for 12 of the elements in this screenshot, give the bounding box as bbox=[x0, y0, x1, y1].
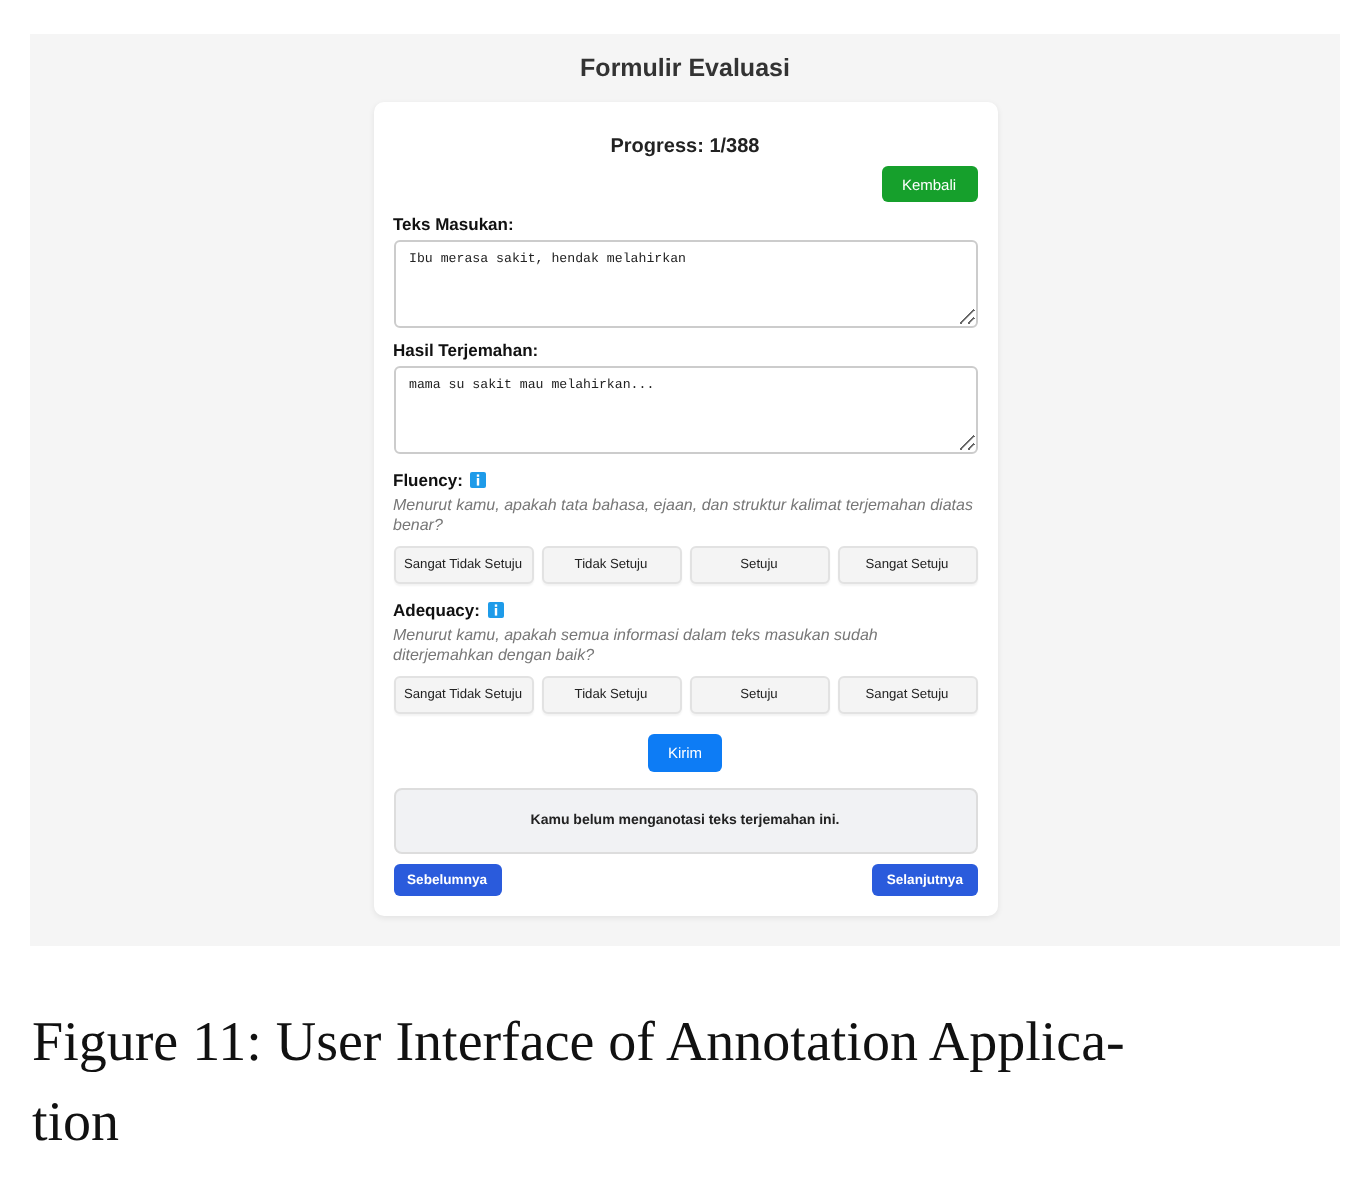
rating-label: Adequacy: bbox=[393, 600, 480, 620]
caption-text: tion bbox=[32, 1090, 120, 1158]
field-label: Teks Masukan: bbox=[393, 214, 514, 234]
question-text: Menurut kamu, apakah tata bahasa, ejaan, dan struktur kalimat terjemahan diatas benar? bbox=[393, 496, 975, 534]
page-title: Formulir Evaluasi bbox=[580, 54, 790, 82]
caption-text: Figure 11: User Interface of Annotation Applica- bbox=[32, 1010, 1125, 1078]
rating-label: Fluency: bbox=[393, 470, 463, 490]
info-icon[interactable] bbox=[487, 602, 504, 618]
info-icon[interactable] bbox=[470, 472, 487, 488]
progress-text: Progress: 1/388 bbox=[610, 136, 760, 158]
field-label: Hasil Terjemahan: bbox=[393, 340, 539, 360]
question-text: Menurut kamu, apakah semua informasi dalam teks masukan sudah diterjemahkan dengan baik? bbox=[393, 626, 880, 664]
